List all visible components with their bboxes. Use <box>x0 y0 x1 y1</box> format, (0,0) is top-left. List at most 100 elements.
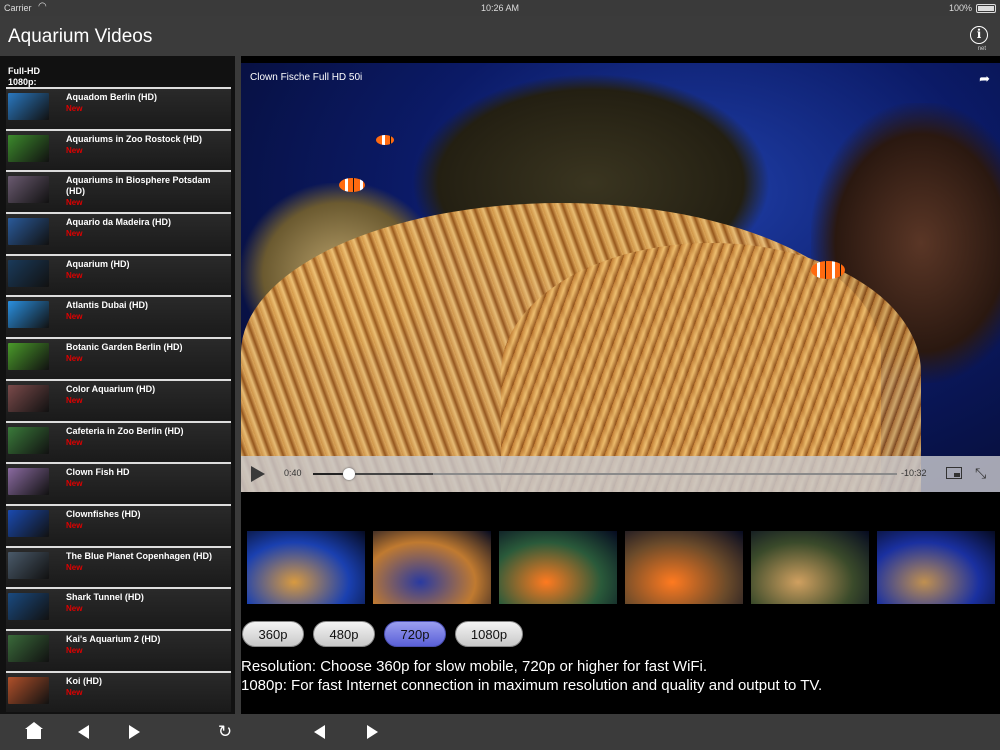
list-item[interactable]: Koi (HD) New <box>6 670 231 713</box>
video-name-text: Cafeteria in Zoo Berlin (HD) <box>66 425 184 436</box>
video-name-text: Aquarium (HD) <box>66 258 130 269</box>
new-badge: New <box>66 104 83 113</box>
resolution-button-1080p[interactable]: 1080p <box>455 621 523 647</box>
video-thumbnail[interactable] <box>877 531 995 604</box>
resolution-description: Resolution: Choose 360p for slow mobile,… <box>241 657 996 695</box>
clownfish <box>339 178 365 192</box>
video-name: Color Aquarium (HD) New <box>66 384 231 406</box>
video-thumbnail <box>8 176 49 204</box>
resolution-button-360p[interactable]: 360p <box>242 621 304 647</box>
description-line-1: Resolution: Choose 360p for slow mobile,… <box>241 658 708 675</box>
video-name: Aquarium (HD) New <box>66 259 231 281</box>
video-thumbnail[interactable] <box>373 531 491 604</box>
video-thumbnail[interactable] <box>751 531 869 604</box>
app-header: Aquarium Videos i net <box>0 16 1000 56</box>
page-title: Aquarium Videos <box>8 26 153 47</box>
description-line-2: 1080p: For fast Internet connection in m… <box>241 677 823 694</box>
clock: 10:26 AM <box>480 3 520 13</box>
list-item[interactable]: Aquariums in Zoo Rostock (HD) New <box>6 128 231 171</box>
list-item[interactable]: The Blue Planet Copenhagen (HD) New <box>6 545 231 588</box>
video-name: Botanic Garden Berlin (HD) New <box>66 342 231 364</box>
video-name-text: Atlantis Dubai (HD) <box>66 300 148 311</box>
video-name-text: Kai's Aquarium 2 (HD) <box>66 633 161 644</box>
remaining-time: -10:32 <box>901 468 927 478</box>
home-icon[interactable] <box>25 722 43 741</box>
video-name-text: Color Aquarium (HD) <box>66 383 156 394</box>
video-player[interactable]: Clown Fische Full HD 50i ➦ 0:40 -10:32 ⤡ <box>241 63 1000 492</box>
forward-icon[interactable] <box>125 723 143 741</box>
elapsed-time: 0:40 <box>284 468 302 478</box>
video-name: Aquadom Berlin (HD) New <box>66 92 231 114</box>
video-frame-anemone-2 <box>501 243 921 492</box>
video-thumbnail <box>8 384 49 412</box>
list-item[interactable]: Atlantis Dubai (HD) New <box>6 295 231 338</box>
video-name: Aquario da Madeira (HD) New <box>66 217 231 239</box>
video-name: Koi (HD) New <box>66 676 231 698</box>
status-bar: Carrier ◠ 10:26 AM 100% <box>0 0 1000 16</box>
resolution-button-720p[interactable]: 720p <box>384 621 446 647</box>
list-item[interactable]: Kai's Aquarium 2 (HD) New <box>6 628 231 671</box>
list-item[interactable]: Clownfishes (HD) New <box>6 503 231 546</box>
list-item[interactable]: Color Aquarium (HD) New <box>6 378 231 421</box>
video-thumbnail[interactable] <box>247 531 365 604</box>
video-thumbnail <box>8 343 49 371</box>
video-thumbnail <box>8 676 49 704</box>
video-thumbnail[interactable] <box>499 531 617 604</box>
video-name-text: Koi (HD) <box>66 675 102 686</box>
info-icon[interactable]: i <box>970 26 988 44</box>
new-badge: New <box>66 479 83 489</box>
video-thumbnail <box>8 551 49 579</box>
list-item[interactable]: Clown Fish HD New <box>6 462 231 504</box>
video-controls: 0:40 -10:32 ⤡ <box>241 456 1000 492</box>
video-thumbnail <box>8 509 49 537</box>
new-badge: New <box>66 312 83 322</box>
new-badge: New <box>66 604 83 614</box>
video-name-text: Shark Tunnel (HD) <box>66 592 144 603</box>
list-item[interactable]: Shark Tunnel (HD) New <box>6 587 231 629</box>
list-item[interactable]: Aquadom Berlin (HD) New <box>6 87 231 129</box>
video-list: Aquadom Berlin (HD) New Aquariums in Zoo R… <box>6 87 231 713</box>
back-icon[interactable] <box>74 723 92 741</box>
video-name: Aquariums in Zoo Rostock (HD) New <box>66 134 231 156</box>
scrubber-handle[interactable] <box>343 468 355 480</box>
previous-video-icon[interactable] <box>310 723 328 741</box>
new-badge: New <box>66 354 83 364</box>
list-item[interactable]: Cafeteria in Zoo Berlin (HD) New <box>6 420 231 463</box>
clownfish <box>811 261 845 279</box>
list-item[interactable]: Aquario da Madeira (HD) New <box>6 212 231 254</box>
new-badge: New <box>66 520 83 530</box>
clownfish <box>376 135 394 145</box>
new-badge: New <box>66 270 83 280</box>
battery-icon <box>976 4 996 13</box>
video-name: Aquariums in Biosphere Potsdam (HD) New <box>66 175 231 208</box>
resolution-button-480p[interactable]: 480p <box>313 621 375 647</box>
video-thumbnail[interactable] <box>625 531 743 604</box>
share-icon[interactable]: ➦ <box>979 71 990 87</box>
video-name-text: Aquadom Berlin (HD) <box>66 92 157 102</box>
video-thumbnail <box>8 426 49 454</box>
video-name-text: Aquariums in Zoo Rostock (HD) <box>66 133 203 144</box>
video-name: Clownfishes (HD) New <box>66 509 231 531</box>
new-badge: New <box>66 437 83 447</box>
picture-in-picture-icon[interactable] <box>946 467 962 479</box>
fullscreen-icon[interactable]: ⤡ <box>975 465 986 482</box>
video-name-text: Clown Fish HD <box>66 467 130 478</box>
video-name-text: Aquariums in Biosphere Potsdam (HD) <box>66 175 211 197</box>
video-thumbnail <box>8 259 49 287</box>
next-video-icon[interactable] <box>363 723 381 741</box>
video-thumbnail <box>8 134 49 162</box>
video-thumbnail <box>8 468 49 496</box>
bottom-toolbar: ↻ <box>0 714 1000 750</box>
list-item[interactable]: Botanic Garden Berlin (HD) New <box>6 337 231 379</box>
new-badge: New <box>66 229 83 239</box>
list-item[interactable]: Aquarium (HD) New <box>6 253 231 296</box>
video-thumbnail <box>8 301 49 329</box>
list-item[interactable]: Aquariums in Biosphere Potsdam (HD) New <box>6 170 231 213</box>
battery-percent: 100% <box>948 3 972 13</box>
new-badge: New <box>66 687 83 697</box>
play-icon[interactable] <box>251 466 265 482</box>
video-name: Shark Tunnel (HD) New <box>66 592 231 614</box>
video-thumbnail <box>8 634 49 662</box>
section-title: Full-HD 1080p: <box>8 66 40 87</box>
reload-icon[interactable]: ↻ <box>216 723 234 741</box>
